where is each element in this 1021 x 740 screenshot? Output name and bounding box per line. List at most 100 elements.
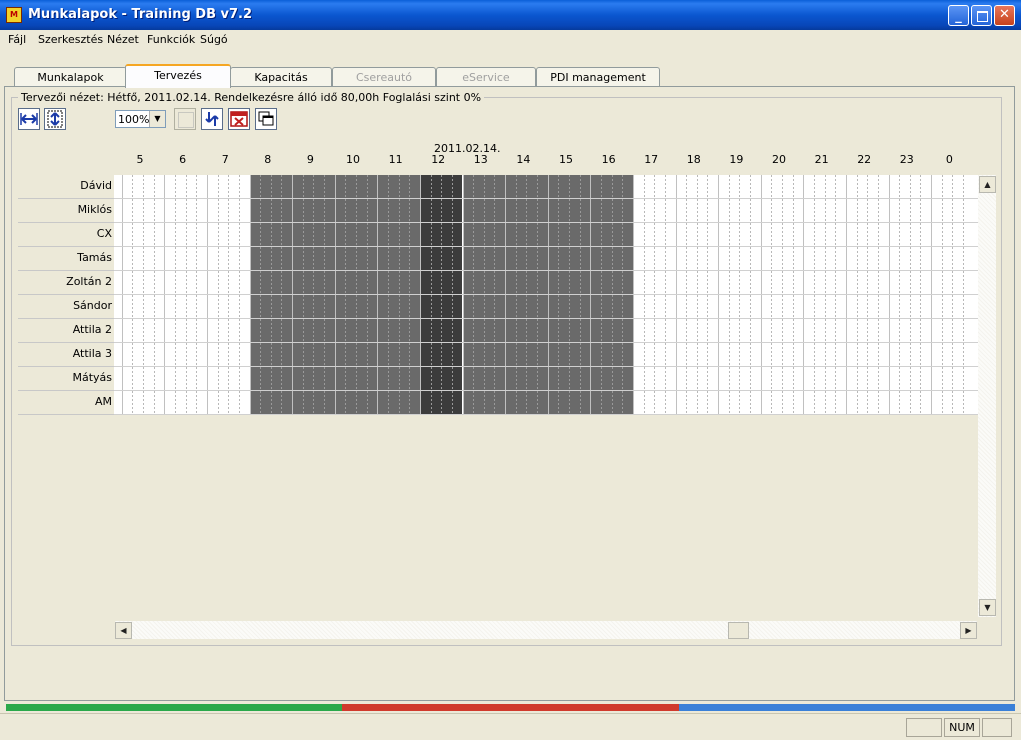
planner-grid: Dávid Miklós CX Tamás Zoltán 2 Sándor Attila 2…	[18, 175, 978, 415]
row-divider	[114, 342, 978, 343]
tab-tervezes[interactable]: Tervezés	[125, 64, 231, 88]
chevron-down-icon[interactable]: ▼	[149, 111, 165, 127]
hour-column	[249, 175, 293, 415]
maximize-button[interactable]	[971, 5, 992, 26]
blank-button[interactable]	[174, 108, 196, 130]
resource-name[interactable]: Dávid	[18, 175, 114, 199]
hour-column	[462, 175, 506, 415]
hour-column	[803, 175, 846, 415]
tab-eservice[interactable]: eService	[436, 67, 536, 87]
hour-label: 9	[306, 153, 314, 166]
resource-name[interactable]: Attila 2	[18, 319, 114, 343]
scroll-up-icon[interactable]: ▲	[979, 176, 996, 193]
scroll-down-icon[interactable]: ▼	[979, 599, 996, 616]
colorbar-red	[342, 704, 679, 711]
colorbar-green	[6, 704, 342, 711]
zoom-value: 100%	[118, 113, 150, 126]
scroll-right-icon[interactable]: ▶	[960, 622, 977, 639]
tab-pdi-management[interactable]: PDI management	[536, 67, 660, 87]
hour-label: 5	[136, 153, 144, 166]
hour-label: 20	[772, 153, 786, 166]
hour-column	[164, 175, 207, 415]
hour-label: 14	[516, 153, 531, 166]
resource-name[interactable]: Sándor	[18, 295, 114, 319]
hour-column	[675, 175, 719, 415]
hour-label: 17	[644, 153, 659, 166]
hour-column	[888, 175, 932, 415]
hour-column	[121, 175, 165, 415]
resource-name[interactable]: Mátyás	[18, 367, 114, 391]
zoom-select[interactable]: 100% ▼	[115, 110, 166, 128]
resource-name[interactable]: Tamás	[18, 247, 114, 271]
fit-width-button[interactable]	[18, 108, 40, 130]
blank-icon	[178, 112, 194, 128]
resource-name[interactable]: CX	[18, 223, 114, 247]
hour-column	[334, 175, 378, 415]
status-panel-empty	[906, 718, 942, 737]
hour-column	[547, 175, 591, 415]
hour-label: 11	[388, 153, 403, 166]
fit-width-icon	[20, 113, 38, 125]
refresh-button[interactable]	[201, 108, 223, 130]
row-divider	[114, 414, 978, 415]
row-divider	[114, 366, 978, 367]
vertical-scrollbar[interactable]: ▲ ▼	[978, 175, 996, 617]
fit-height-button[interactable]	[44, 108, 66, 130]
status-num: NUM	[944, 718, 980, 737]
hour-label: 19	[729, 153, 744, 166]
status-panel-grip	[982, 718, 1012, 737]
minimize-icon: _	[955, 9, 962, 24]
hour-column	[590, 175, 633, 415]
resource-name[interactable]: Zoltán 2	[18, 271, 114, 295]
copy-button[interactable]	[255, 108, 277, 130]
resource-name[interactable]: AM	[18, 391, 114, 415]
planner-caption: Tervezői nézet: Hétfő, 2011.02.14. Rende…	[18, 91, 485, 104]
scroll-thumb[interactable]	[728, 622, 749, 639]
menu-help[interactable]: Súgó	[200, 33, 228, 46]
hour-label: 18	[686, 153, 701, 166]
hour-label: 22	[857, 153, 872, 166]
app-icon[interactable]: M	[6, 7, 22, 23]
fit-height-icon	[47, 110, 63, 128]
menu-functions[interactable]: Funkciók	[147, 33, 195, 46]
hour-label: 8	[264, 153, 272, 166]
row-divider	[114, 270, 978, 271]
minimize-button[interactable]: _	[948, 5, 969, 26]
tab-strip: Munkalapok Tervezés Kapacitás Csereautó …	[0, 50, 1021, 90]
hour-label: 16	[601, 153, 616, 166]
menu-view[interactable]: Nézet	[107, 33, 139, 46]
row-divider	[114, 198, 978, 199]
hour-label: 6	[179, 153, 187, 166]
hour-column	[292, 175, 335, 415]
menu-file[interactable]: Fájl	[8, 33, 26, 46]
menu-edit[interactable]: Szerkesztés	[38, 33, 103, 46]
tab-munkalapok[interactable]: Munkalapok	[14, 67, 127, 87]
hour-column	[760, 175, 804, 415]
horizontal-scrollbar[interactable]: ◀ ▶	[115, 621, 977, 639]
tab-kapacitas[interactable]: Kapacitás	[230, 67, 332, 87]
maximize-icon	[972, 6, 991, 25]
hour-label: 21	[814, 153, 829, 166]
menu-bar: Fájl Szerkesztés Nézet Funkciók Súgó	[0, 30, 1021, 50]
scroll-left-icon[interactable]: ◀	[115, 622, 132, 639]
hour-column	[845, 175, 889, 415]
hour-column	[206, 175, 250, 415]
tab-csereauto[interactable]: Csereautó	[332, 67, 436, 87]
hour-column	[505, 175, 548, 415]
copy-windows-icon	[258, 111, 274, 126]
title-bar: M Munkalapok - Training DB v7.2 _ ✕	[0, 0, 1021, 30]
hour-label: 12	[431, 153, 446, 166]
close-icon: ✕	[999, 7, 1010, 22]
hour-column	[931, 175, 974, 415]
row-divider	[114, 318, 978, 319]
close-button[interactable]: ✕	[994, 5, 1015, 26]
hour-label: 7	[221, 153, 229, 166]
calendar-delete-icon	[230, 111, 248, 127]
resource-name[interactable]: Miklós	[18, 199, 114, 223]
resource-name[interactable]: Attila 3	[18, 343, 114, 367]
delete-booking-button[interactable]	[228, 108, 250, 130]
hour-label: 23	[899, 153, 914, 166]
row-divider	[114, 390, 978, 391]
colorbar-blue	[679, 704, 1015, 711]
status-bar: NUM	[0, 713, 1021, 740]
